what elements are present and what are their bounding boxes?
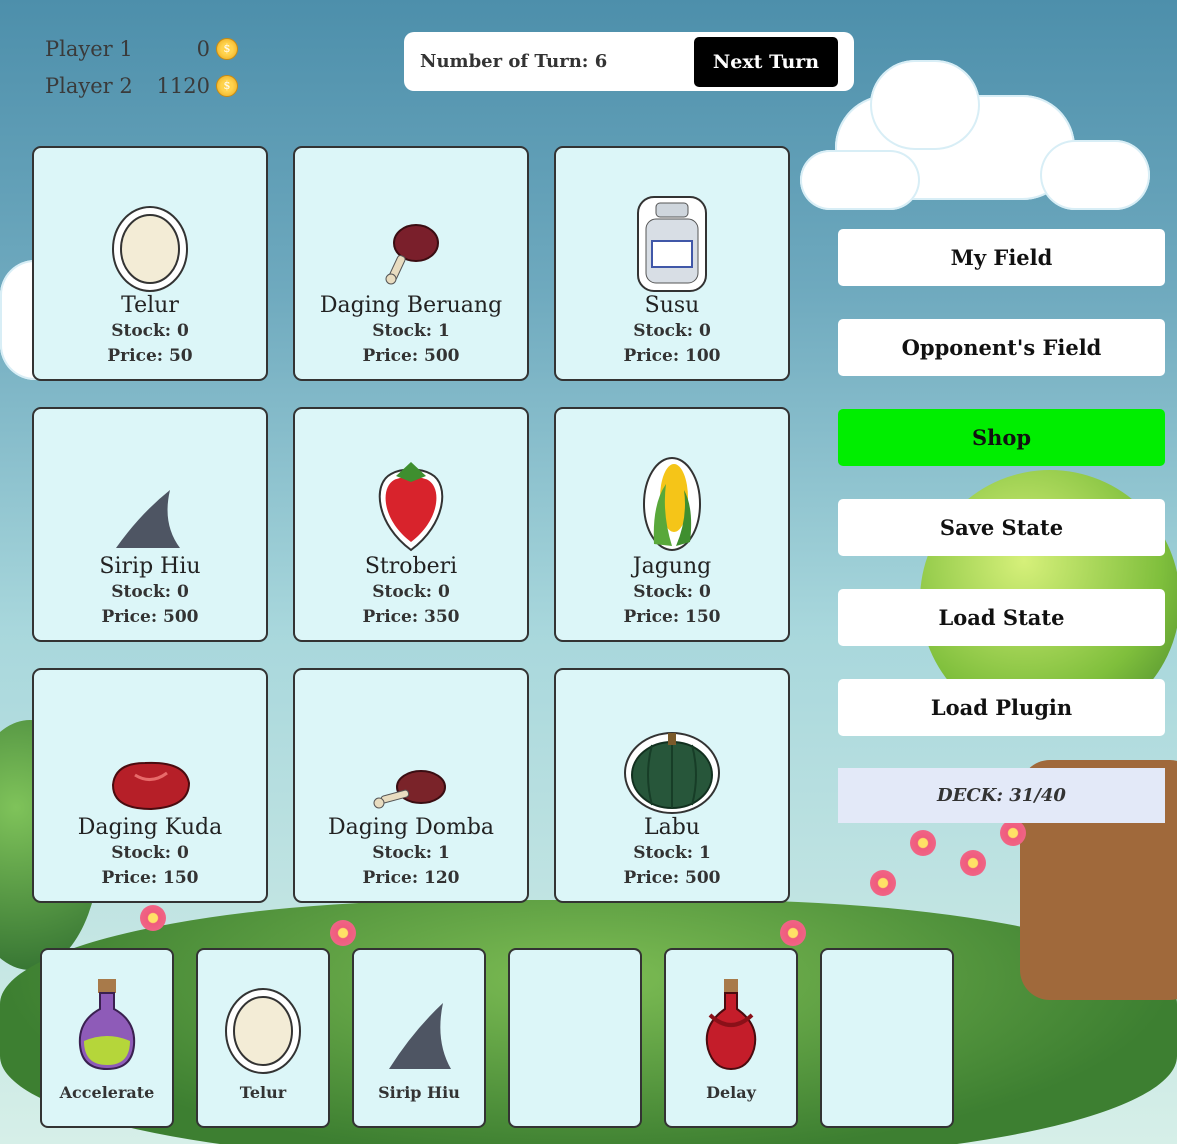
turn-panel: Number of Turn: 6 Next Turn	[404, 32, 854, 91]
accelerate-potion-icon	[78, 979, 136, 1071]
hand-card[interactable]: Sirip Hiu	[352, 948, 486, 1128]
item-name: Daging Domba	[327, 815, 495, 840]
coin-icon: $	[216, 74, 238, 97]
my-field-button[interactable]: My Field	[838, 229, 1165, 286]
lamb-meat-icon	[373, 770, 446, 809]
item-stock: Stock: 0	[372, 582, 450, 602]
item-price: Price: 500	[101, 607, 199, 627]
item-price: Price: 500	[362, 346, 460, 366]
item-price: Price: 150	[101, 868, 199, 888]
hand-card[interactable]: Telur	[196, 948, 330, 1128]
egg-icon	[225, 988, 301, 1074]
bear-meat-icon	[385, 224, 439, 285]
item-name: Susu	[644, 293, 700, 318]
item-stock: Stock: 0	[111, 321, 189, 341]
load-plugin-button[interactable]: Load Plugin	[838, 679, 1165, 736]
egg-icon	[112, 206, 188, 292]
shop-item-card[interactable]: Daging Kuda Stock: 0 Price: 150	[32, 668, 268, 903]
shop-item-card[interactable]: Daging Beruang Stock: 1 Price: 500	[293, 146, 529, 381]
deck-counter: DECK: 31/40	[838, 768, 1165, 823]
horse-meat-icon	[111, 761, 191, 811]
item-price: Price: 350	[362, 607, 460, 627]
item-name: Jagung	[632, 554, 712, 579]
item-name: Labu	[644, 815, 700, 840]
strawberry-icon	[378, 462, 444, 552]
item-price: Price: 50	[107, 346, 193, 366]
shop-item-card[interactable]: Labu Stock: 1 Price: 500	[554, 668, 790, 903]
item-stock: Stock: 0	[111, 843, 189, 863]
next-turn-button[interactable]: Next Turn	[694, 36, 838, 87]
item-price: Price: 120	[362, 868, 460, 888]
turn-counter: Number of Turn: 6	[420, 51, 608, 72]
item-name: Telur	[121, 293, 179, 318]
coin-icon: $	[216, 37, 238, 60]
player-name: Player 2	[45, 73, 133, 98]
item-name: Daging Beruang	[319, 293, 503, 318]
item-stock: Stock: 1	[633, 843, 711, 863]
corn-icon	[643, 457, 701, 551]
shop-item-card[interactable]: Daging Domba Stock: 1 Price: 120	[293, 668, 529, 903]
item-stock: Stock: 0	[633, 582, 711, 602]
opponent-field-button[interactable]: Opponent's Field	[838, 319, 1165, 376]
hand-card-empty[interactable]	[820, 948, 954, 1128]
item-name: Daging Kuda	[77, 815, 223, 840]
item-stock: Stock: 0	[633, 321, 711, 341]
delay-potion-icon	[705, 979, 757, 1071]
item-stock: Stock: 1	[372, 321, 450, 341]
shark-fin-icon	[389, 1003, 451, 1069]
player-scoreboard: Player 1 0 $ Player 2 1120 $	[45, 30, 238, 104]
player-row: Player 1 0 $	[45, 30, 238, 67]
item-stock: Stock: 1	[372, 843, 450, 863]
item-name: Stroberi	[364, 554, 458, 579]
hand-card-label: Sirip Hiu	[378, 1083, 460, 1102]
pumpkin-icon	[624, 732, 720, 814]
milk-can-icon	[637, 196, 707, 292]
hand-card-empty[interactable]	[508, 948, 642, 1128]
load-state-button[interactable]: Load State	[838, 589, 1165, 646]
shop-item-card[interactable]: Stroberi Stock: 0 Price: 350	[293, 407, 529, 642]
hand-card[interactable]: Accelerate	[40, 948, 174, 1128]
player-row: Player 2 1120 $	[45, 67, 238, 104]
hand-card-label: Delay	[706, 1083, 756, 1102]
shop-item-card[interactable]: Jagung Stock: 0 Price: 150	[554, 407, 790, 642]
item-price: Price: 150	[623, 607, 721, 627]
hand-card-label: Telur	[239, 1083, 287, 1102]
item-price: Price: 100	[623, 346, 721, 366]
save-state-button[interactable]: Save State	[838, 499, 1165, 556]
player-money: 1120	[156, 73, 210, 98]
player-money: 0	[196, 36, 210, 61]
player-name: Player 1	[45, 36, 133, 61]
shop-button[interactable]: Shop	[838, 409, 1165, 466]
shark-fin-icon	[116, 490, 180, 548]
shop-item-card[interactable]: Sirip Hiu Stock: 0 Price: 500	[32, 407, 268, 642]
shop-item-card[interactable]: Telur Stock: 0 Price: 50	[32, 146, 268, 381]
item-price: Price: 500	[623, 868, 721, 888]
item-stock: Stock: 0	[111, 582, 189, 602]
shop-item-card[interactable]: Susu Stock: 0 Price: 100	[554, 146, 790, 381]
item-name: Sirip Hiu	[99, 554, 201, 579]
hand-card-label: Accelerate	[59, 1083, 155, 1102]
hand-card[interactable]: Delay	[664, 948, 798, 1128]
